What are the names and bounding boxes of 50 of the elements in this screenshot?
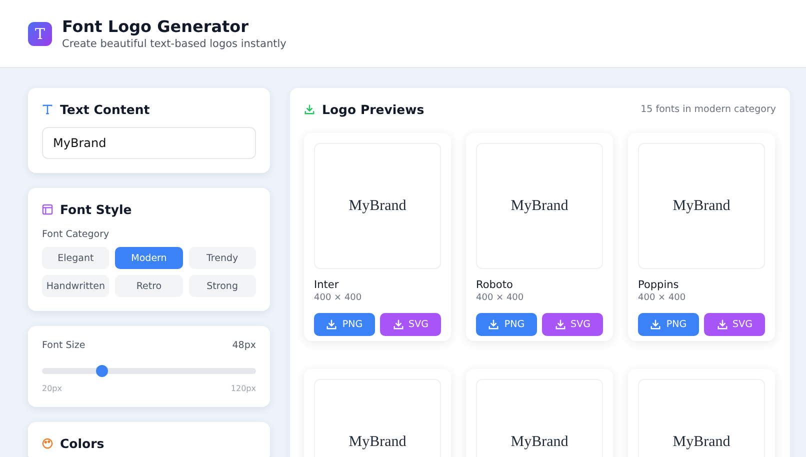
size-slider[interactable] <box>42 368 256 374</box>
download-icon <box>488 319 500 330</box>
download-icon <box>716 319 728 330</box>
field-label: Font Size <box>42 340 86 351</box>
text-icon <box>42 104 53 115</box>
app-title: Font Logo Generator <box>62 17 250 36</box>
category-button[interactable]: Handwritten <box>42 275 110 297</box>
download-button[interactable]: SVG <box>704 313 765 336</box>
download-button[interactable]: PNG <box>314 313 375 336</box>
palette-icon <box>42 438 53 449</box>
min-label: 20px <box>42 384 62 393</box>
logo-preview: MyBrand <box>638 379 765 457</box>
logo-preview: MyBrand <box>638 143 765 269</box>
max-label: 120px <box>230 384 256 393</box>
category-button[interactable]: Modern <box>115 247 183 269</box>
download-icon <box>554 319 566 330</box>
logo-preview: MyBrand <box>476 379 603 457</box>
category-button[interactable]: Elegant <box>42 247 110 269</box>
logo-size: 400 × 400 <box>476 293 525 303</box>
download-icon <box>650 319 662 330</box>
font-name: Roboto <box>476 279 514 291</box>
logo-preview: MyBrand <box>476 143 603 269</box>
download-button[interactable]: PNG <box>476 313 537 336</box>
font-name: Inter <box>314 279 340 291</box>
category-button[interactable]: Strong <box>188 275 256 297</box>
app-logo: T <box>28 22 52 46</box>
download-icon <box>326 319 338 330</box>
app-subtitle: Create beautiful text-based logos instantly <box>62 38 286 50</box>
card-title: Text Content <box>60 102 150 117</box>
font-name: Poppins <box>638 279 680 291</box>
slider-thumb[interactable] <box>96 365 108 377</box>
card-title: Font Style <box>60 202 132 217</box>
logo-size: 400 × 400 <box>314 293 363 303</box>
download-button[interactable]: PNG <box>638 313 699 336</box>
logo-preview: MyBrand <box>314 379 441 457</box>
card-title: Colors <box>60 436 104 451</box>
layout-icon <box>42 204 53 215</box>
category-button[interactable]: Trendy <box>188 247 256 269</box>
download-button[interactable]: SVG <box>542 313 603 336</box>
category-button[interactable]: Retro <box>115 275 183 297</box>
field-label: Font Category <box>42 229 110 240</box>
logo-size: 400 × 400 <box>638 293 687 303</box>
font-count: 15 fonts in modern category <box>640 104 776 115</box>
download-icon <box>392 319 404 330</box>
size-reading: 48px <box>232 340 256 351</box>
download-button[interactable]: SVG <box>380 313 441 336</box>
logo-preview: MyBrand <box>314 143 441 269</box>
panel-title: Logo Previews <box>322 102 424 117</box>
text-input-field[interactable]: MyBrand <box>42 127 256 159</box>
download-icon <box>304 104 315 115</box>
